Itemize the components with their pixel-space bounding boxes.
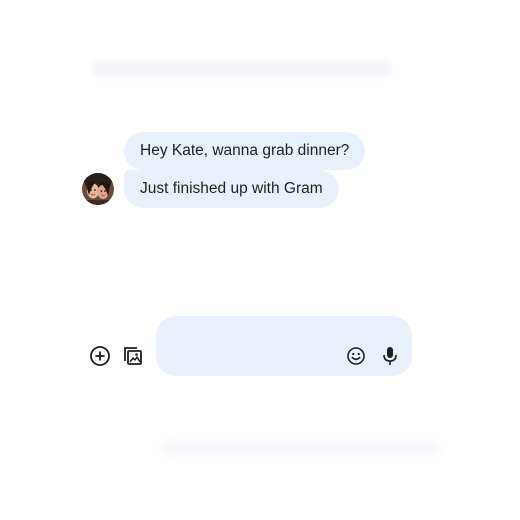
messages-screen: Hey Kate, wanna grab dinner? Just finish…: [0, 0, 520, 520]
emoji-icon[interactable]: [346, 346, 366, 366]
message-bubble[interactable]: Hey Kate, wanna grab dinner?: [124, 132, 366, 170]
add-icon[interactable]: [88, 344, 112, 368]
message-text: Hey Kate, wanna grab dinner?: [140, 142, 350, 159]
mic-icon[interactable]: [380, 345, 400, 367]
avatar[interactable]: [82, 173, 114, 205]
blurred-header: [92, 60, 392, 78]
blurred-footer: [160, 440, 440, 456]
message-input[interactable]: [156, 316, 412, 376]
message-bubble[interactable]: Just finished up with Gram: [124, 170, 339, 208]
message-text: Just finished up with Gram: [140, 180, 323, 197]
gallery-icon[interactable]: [120, 344, 144, 368]
